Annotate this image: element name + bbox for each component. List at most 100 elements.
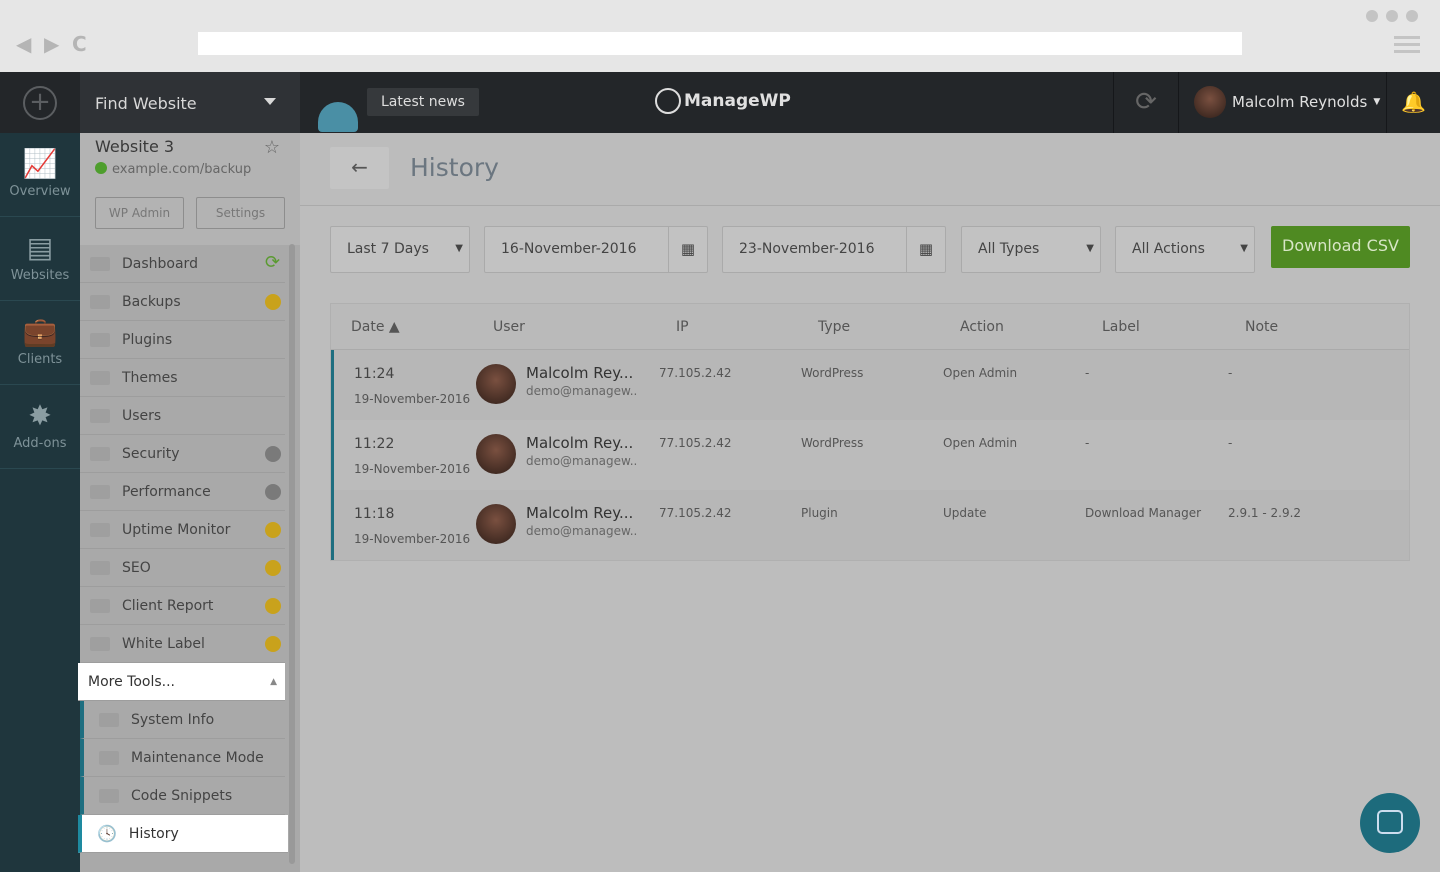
more-tools-toggle[interactable]: More Tools... ▲ (78, 663, 285, 701)
sync-icon[interactable]: ⟳ (1113, 72, 1179, 133)
tool-label: Plugins (122, 331, 173, 348)
row-type: WordPress (801, 436, 864, 450)
address-bar[interactable] (198, 32, 1242, 55)
to-date-input[interactable]: 23-November-2016 ▦ (722, 226, 946, 273)
list-icon: ▤ (26, 231, 54, 264)
user-menu[interactable]: Malcolm Reynolds ▼ (1194, 86, 1380, 118)
main-content: ← History Last 7 Days ▼ 16-November-2016 ▦… (300, 133, 1440, 872)
tool-item[interactable]: Plugins (80, 321, 285, 359)
scrollbar[interactable] (289, 244, 295, 864)
tool-icon (90, 370, 110, 385)
to-date-value: 23-November-2016 (739, 241, 875, 257)
tool-label: Client Report (122, 597, 214, 614)
from-date-value: 16-November-2016 (501, 241, 637, 257)
history-table: Date ▲ User IP Type Action Label Note 11:24 19-… (330, 303, 1410, 561)
tool-item-history[interactable]: 🕓 History (78, 815, 288, 853)
nav-overview[interactable]: 📈 Overview (0, 133, 80, 217)
settings-button[interactable]: Settings (196, 197, 285, 229)
column-header[interactable]: Type (798, 319, 940, 335)
star-icon[interactable]: ☆ (264, 137, 280, 158)
row-time: 11:18 (354, 506, 395, 522)
tool-icon (90, 484, 110, 499)
nav-label: Add-ons (13, 436, 67, 451)
tool-item[interactable]: System Info (80, 701, 285, 739)
table-row[interactable]: 11:18 19-November-2016 Malcolm Rey... demo… (331, 490, 1409, 560)
tool-item[interactable]: White Label (80, 625, 285, 663)
column-header[interactable]: Note (1225, 319, 1409, 335)
table-row[interactable]: 11:22 19-November-2016 Malcolm Rey... demo… (331, 420, 1409, 490)
premium-badge-icon (265, 597, 281, 614)
calendar-icon[interactable]: ▦ (906, 227, 945, 272)
tool-item[interactable]: Dashboard ⟳ (80, 245, 285, 283)
wp-admin-button[interactable]: WP Admin (95, 197, 184, 229)
tool-icon (90, 408, 110, 423)
back-arrow-icon[interactable]: ◀ (16, 32, 31, 56)
chart-icon: 📈 (22, 147, 58, 180)
caret-up-icon: ▲ (270, 676, 277, 687)
tool-item[interactable]: SEO (80, 549, 285, 587)
tool-item[interactable]: Backups (80, 283, 285, 321)
types-select[interactable]: All Types ▼ (961, 226, 1101, 273)
download-csv-button[interactable]: Download CSV (1271, 226, 1410, 268)
bell-icon[interactable]: 🔔 (1386, 72, 1440, 133)
latest-news-button[interactable]: Latest news (367, 88, 479, 116)
nav-addons[interactable]: ✸ Add-ons (0, 385, 80, 469)
chat-button[interactable] (1360, 793, 1420, 853)
page-title: History (410, 153, 499, 182)
tool-item[interactable]: Client Report (80, 587, 285, 625)
user-name: Malcolm Rey... (526, 364, 634, 382)
hamburger-menu-icon[interactable] (1394, 36, 1420, 57)
table-row[interactable]: 11:24 19-November-2016 Malcolm Rey... demo… (331, 350, 1409, 420)
caret-down-icon: ▼ (1086, 243, 1094, 254)
row-date: 19-November-2016 (354, 392, 471, 406)
avatar (1194, 86, 1226, 118)
row-label: - (1085, 436, 1090, 450)
tool-icon (90, 636, 110, 651)
row-note: 2.9.1 - 2.9.2 (1228, 506, 1302, 520)
robot-mascot-icon (318, 102, 358, 132)
user-email: demo@managew.. (526, 454, 638, 468)
column-header[interactable]: User (473, 319, 656, 335)
tool-item[interactable]: Uptime Monitor (80, 511, 285, 549)
actions-select[interactable]: All Actions ▼ (1115, 226, 1255, 273)
tool-label: Security (122, 445, 180, 462)
tool-label: SEO (122, 559, 151, 576)
row-type: WordPress (801, 366, 864, 380)
nav-websites[interactable]: ▤ Websites (0, 217, 80, 301)
caret-down-icon (264, 98, 276, 111)
tool-item[interactable]: Performance (80, 473, 285, 511)
more-tools-label: More Tools... (88, 673, 175, 690)
reload-icon[interactable]: C (72, 32, 87, 56)
column-header[interactable]: Label (1082, 319, 1225, 335)
avatar (476, 434, 516, 474)
back-button[interactable]: ← (330, 147, 389, 189)
forward-arrow-icon[interactable]: ▶ (44, 32, 59, 56)
chat-icon (1377, 810, 1403, 834)
site-url[interactable]: example.com/backup (95, 162, 285, 177)
tool-item[interactable]: Users (80, 397, 285, 435)
star-badge-icon: ✸ (28, 399, 52, 432)
tool-item[interactable]: Code Snippets (80, 777, 285, 815)
tool-item[interactable]: Themes (80, 359, 285, 397)
column-header[interactable]: Action (940, 319, 1082, 335)
tool-label: Maintenance Mode (131, 749, 264, 766)
globe-icon (95, 162, 107, 174)
tool-item[interactable]: Security (80, 435, 285, 473)
left-nav: 📈 Overview ▤ Websites 💼 Clients ✸ Add-ons (0, 133, 80, 872)
row-note: - (1228, 366, 1233, 380)
range-value: Last 7 Days (347, 241, 429, 257)
page-header: ← History (300, 133, 1440, 206)
actions-value: All Actions (1132, 241, 1205, 257)
tool-item[interactable]: Maintenance Mode (80, 739, 285, 777)
tool-label: Themes (122, 369, 178, 386)
column-header[interactable]: IP (656, 319, 798, 335)
from-date-input[interactable]: 16-November-2016 ▦ (484, 226, 708, 273)
managewp-logo[interactable]: ManageWP (655, 88, 791, 114)
calendar-icon[interactable]: ▦ (668, 227, 707, 272)
range-select[interactable]: Last 7 Days ▼ (330, 226, 470, 273)
nav-clients[interactable]: 💼 Clients (0, 301, 80, 385)
row-action: Open Admin (943, 436, 1018, 450)
find-website-dropdown[interactable]: Find Website (80, 72, 300, 133)
column-header[interactable]: Date ▲ (331, 319, 473, 335)
add-website-button[interactable]: + (0, 72, 80, 133)
